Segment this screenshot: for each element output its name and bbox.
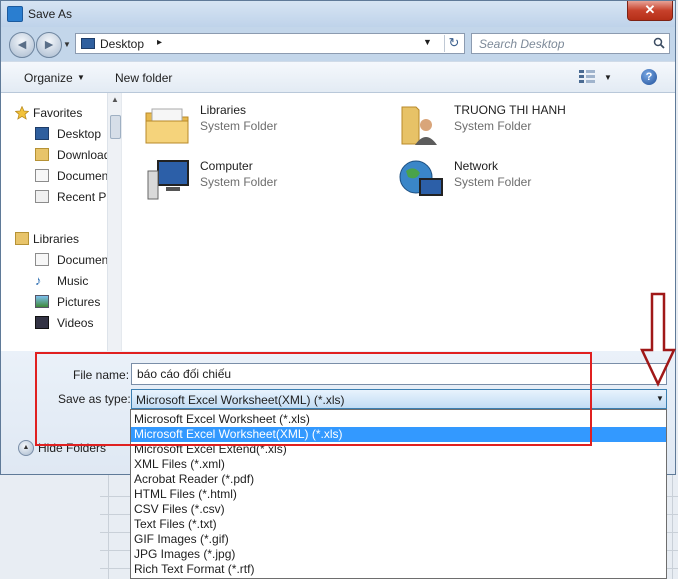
view-options-icon[interactable] bbox=[579, 70, 595, 83]
sidebar-item-downloads[interactable]: Downloads bbox=[25, 147, 107, 165]
sidebar-item-label: Documents bbox=[57, 169, 107, 183]
breadcrumb-arrow-icon[interactable]: ▸ bbox=[157, 37, 162, 48]
type-option[interactable]: HTML Files (*.html) bbox=[131, 487, 666, 502]
libraries-icon bbox=[15, 232, 29, 245]
address-bar[interactable]: Desktop ▸ ▼ ↻ bbox=[75, 33, 465, 54]
documents-icon bbox=[35, 253, 49, 266]
forward-button[interactable]: ► bbox=[36, 32, 62, 58]
type-option[interactable]: XML Files (*.xml) bbox=[131, 457, 666, 472]
chevron-down-icon[interactable]: ▼ bbox=[604, 73, 612, 82]
list-item[interactable]: Computer System Folder bbox=[144, 157, 364, 207]
item-type: System Folder bbox=[454, 119, 532, 133]
chevron-down-icon[interactable]: ▼ bbox=[77, 73, 85, 82]
help-icon[interactable]: ? bbox=[641, 69, 657, 85]
item-type: System Folder bbox=[200, 175, 278, 189]
star-icon bbox=[15, 105, 30, 120]
user-folder-icon bbox=[398, 101, 446, 149]
address-dropdown-icon[interactable]: ▼ bbox=[423, 37, 432, 47]
scroll-up-icon[interactable]: ▲ bbox=[111, 95, 119, 104]
grid-line bbox=[108, 470, 109, 579]
item-name: TRUONG THI HANH bbox=[454, 103, 566, 117]
app-icon bbox=[7, 6, 23, 22]
sidebar-item-label: Downloads bbox=[57, 148, 107, 162]
search-placeholder: Search Desktop bbox=[479, 37, 565, 51]
chevron-down-icon[interactable]: ▼ bbox=[656, 394, 664, 403]
desktop-icon bbox=[81, 38, 95, 49]
nav-pane-scrollbar[interactable]: ▲ bbox=[107, 93, 121, 351]
list-item[interactable]: TRUONG THI HANH System Folder bbox=[398, 101, 618, 151]
list-item[interactable]: Network System Folder bbox=[398, 157, 618, 207]
computer-icon bbox=[144, 157, 192, 205]
annotation-highlight-box bbox=[35, 352, 592, 446]
refresh-button[interactable]: ↻ bbox=[444, 35, 463, 52]
scrollbar-thumb[interactable] bbox=[110, 115, 121, 139]
music-icon: ♪ bbox=[35, 273, 42, 288]
network-icon bbox=[398, 157, 446, 205]
new-folder-button[interactable]: New folder bbox=[115, 71, 172, 85]
sidebar-item-label: Desktop bbox=[57, 127, 102, 141]
chevron-up-icon: ▲ bbox=[18, 440, 34, 456]
type-option[interactable]: CSV Files (*.csv) bbox=[131, 502, 666, 517]
type-option[interactable]: GIF Images (*.gif) bbox=[131, 532, 666, 547]
sidebar-item-label: Favorites bbox=[33, 106, 83, 120]
item-name: Network bbox=[454, 159, 499, 173]
sidebar-item-label: Videos bbox=[57, 316, 94, 330]
navigation-pane: Favorites Desktop Downloads Documents Re… bbox=[1, 93, 121, 351]
search-input[interactable]: Search Desktop bbox=[471, 33, 670, 54]
address-location[interactable]: Desktop bbox=[100, 37, 144, 51]
search-icon[interactable] bbox=[653, 37, 665, 52]
type-option[interactable]: Acrobat Reader (*.pdf) bbox=[131, 472, 666, 487]
sidebar-item-documents[interactable]: Documents bbox=[25, 168, 107, 186]
grid-line bbox=[672, 470, 673, 579]
item-type: System Folder bbox=[454, 175, 532, 189]
type-option[interactable]: Text Files (*.txt) bbox=[131, 517, 666, 532]
type-option[interactable]: Rich Text Format (*.rtf) bbox=[131, 562, 666, 577]
recent-places-icon bbox=[35, 190, 49, 203]
recent-locations-dropdown[interactable]: ▼ bbox=[63, 40, 71, 49]
videos-icon bbox=[35, 316, 49, 329]
sidebar-item-label: Documents bbox=[57, 253, 107, 267]
close-button[interactable]: ✕ bbox=[627, 1, 673, 21]
sidebar-item-libraries[interactable]: Libraries bbox=[15, 231, 107, 249]
sidebar-item-label: Pictures bbox=[57, 295, 101, 309]
downloads-icon bbox=[35, 148, 49, 161]
navigation-bar: ◄ ► ▼ Desktop ▸ ▼ ↻ Search Desktop bbox=[1, 27, 675, 61]
sidebar-item-desktop[interactable]: Desktop bbox=[25, 126, 107, 144]
item-name: Libraries bbox=[200, 103, 247, 117]
sidebar-item-label: Music bbox=[57, 274, 89, 288]
organize-button[interactable]: Organize bbox=[24, 71, 73, 85]
item-type: System Folder bbox=[200, 119, 278, 133]
sidebar-item-music[interactable]: ♪ Music bbox=[25, 273, 107, 291]
annotation-down-arrow-icon bbox=[640, 292, 676, 388]
sidebar-item-recent-places[interactable]: Recent Places bbox=[25, 189, 107, 207]
sidebar-item-documents[interactable]: Documents bbox=[25, 252, 107, 270]
title-bar: Save As ✕ bbox=[1, 1, 675, 27]
desktop-icon bbox=[35, 127, 49, 140]
pictures-icon bbox=[35, 295, 49, 308]
libraries-folder-icon bbox=[144, 101, 192, 149]
window-title: Save As bbox=[28, 7, 73, 21]
documents-icon bbox=[35, 169, 49, 182]
file-list: Libraries System Folder TRUONG THI HANH … bbox=[121, 93, 675, 351]
sidebar-item-favorites[interactable]: Favorites bbox=[15, 105, 107, 123]
command-bar: Organize ▼ New folder ▼ ? bbox=[1, 61, 675, 93]
sidebar-item-label: Recent Places bbox=[57, 190, 107, 204]
item-name: Computer bbox=[200, 159, 253, 173]
sidebar-item-videos[interactable]: Videos bbox=[25, 315, 107, 333]
sidebar-item-label: Libraries bbox=[33, 232, 80, 246]
type-option[interactable]: JPG Images (*.jpg) bbox=[131, 547, 666, 562]
list-item[interactable]: Libraries System Folder bbox=[144, 101, 364, 151]
sidebar-item-pictures[interactable]: Pictures bbox=[25, 294, 107, 312]
back-button[interactable]: ◄ bbox=[9, 32, 35, 58]
